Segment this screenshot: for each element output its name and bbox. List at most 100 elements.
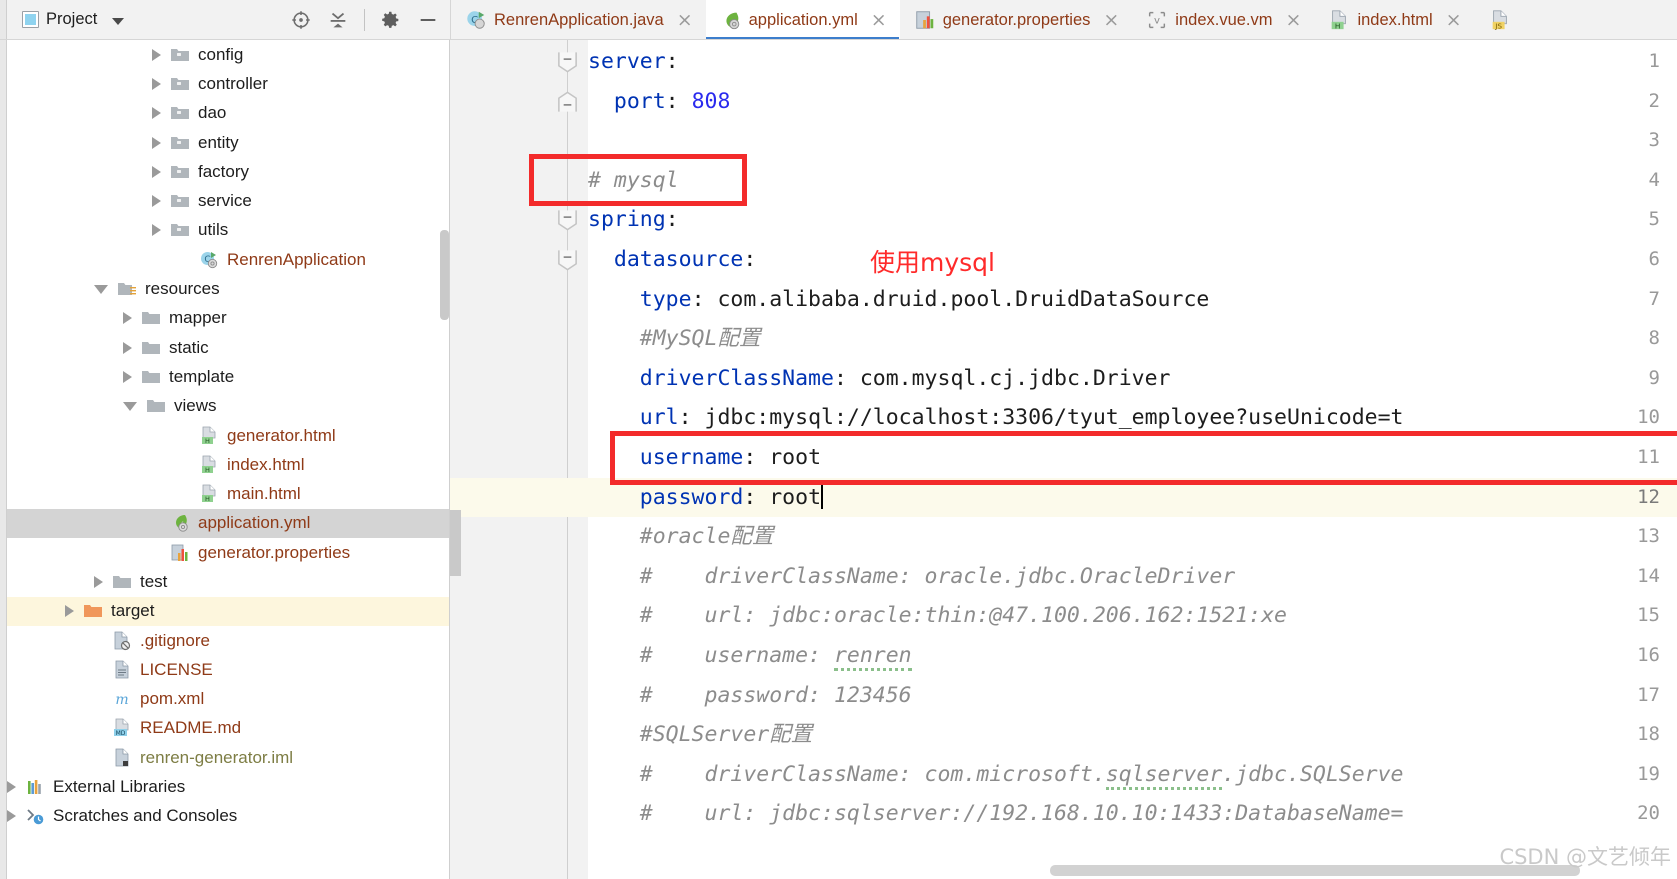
- tree-item-config[interactable]: config: [0, 40, 449, 69]
- expand-arrow-icon[interactable]: [7, 781, 16, 794]
- code-line[interactable]: server:: [588, 42, 1677, 82]
- expand-arrow-icon[interactable]: [152, 77, 161, 90]
- expand-arrow-icon[interactable]: [152, 224, 161, 237]
- tree-item-main-html[interactable]: Hmain.html: [0, 479, 449, 508]
- code-editor[interactable]: 1 server: 2 port: 808 3 4 # mysql 5 spring: 6 da…: [450, 40, 1677, 879]
- collapse-arrow-icon[interactable]: [94, 284, 108, 294]
- editor-tab-label: generator.properties: [942, 10, 1091, 29]
- project-tree[interactable]: config controller dao entity factory service u…: [0, 40, 450, 879]
- tree-item-dao[interactable]: dao: [0, 99, 449, 128]
- minimize-icon[interactable]: [417, 9, 439, 31]
- tree-item-generator-properties[interactable]: generator.properties: [0, 538, 449, 567]
- code-line[interactable]: # password: 123456: [588, 676, 1677, 716]
- gear-icon[interactable]: [380, 9, 402, 31]
- code-line[interactable]: # url: jdbc:oracle:thin:@47.100.206.162:…: [588, 596, 1677, 636]
- tree-item-label: factory: [198, 161, 250, 181]
- code-line[interactable]: # mysql: [588, 161, 1677, 201]
- tree-item-application-yml[interactable]: application.yml: [0, 508, 449, 539]
- editor-tab-index-html[interactable]: H index.html ×: [1314, 0, 1475, 39]
- expand-arrow-icon[interactable]: [152, 165, 161, 178]
- code-line[interactable]: username: root: [588, 438, 1677, 478]
- editor-vertical-scrollbar[interactable]: [450, 510, 461, 576]
- editor-tab-renrenapplication[interactable]: C RenrenApplication.java ×: [450, 0, 706, 39]
- close-icon[interactable]: ×: [677, 10, 693, 30]
- tree-item-external-libraries[interactable]: External Libraries: [0, 772, 449, 801]
- fold-collapse-icon[interactable]: [556, 247, 579, 273]
- code-line[interactable]: # driverClassName: oracle.jdbc.OracleDri…: [588, 557, 1677, 597]
- tree-item-label: service: [198, 191, 252, 211]
- locate-icon[interactable]: [290, 9, 312, 31]
- editor-tab-generator-properties[interactable]: generator.properties ×: [899, 0, 1133, 39]
- code-token: #oracle配置: [588, 524, 774, 550]
- expand-arrow-icon[interactable]: [152, 107, 161, 120]
- tree-item-utils[interactable]: utils: [0, 216, 449, 245]
- code-token: spring: [588, 207, 666, 233]
- tree-item-static[interactable]: static: [0, 333, 449, 362]
- code-line[interactable]: datasource:: [588, 240, 1677, 280]
- expand-arrow-icon[interactable]: [123, 370, 132, 383]
- close-icon[interactable]: ×: [1286, 10, 1302, 30]
- tree-item-template[interactable]: template: [0, 362, 449, 391]
- code-line[interactable]: # username: renren: [588, 636, 1677, 676]
- markdown-icon: MD: [112, 718, 132, 738]
- tree-item-mapper[interactable]: mapper: [0, 304, 449, 333]
- tree-item-views[interactable]: views: [0, 392, 449, 421]
- editor-tab-application-yml[interactable]: application.yml ×: [705, 0, 900, 39]
- code-line[interactable]: # url: jdbc:sqlserver://192.168.10.10:14…: [588, 794, 1677, 834]
- code-line[interactable]: #SQLServer配置: [588, 715, 1677, 755]
- code-line[interactable]: type: com.alibaba.druid.pool.DruidDataSo…: [588, 280, 1677, 320]
- code-line[interactable]: port: 808: [588, 82, 1677, 122]
- tree-item-generator-html[interactable]: Hgenerator.html: [0, 421, 449, 450]
- tree-item-license[interactable]: LICENSE: [0, 655, 449, 684]
- chevron-down-icon[interactable]: [112, 17, 125, 25]
- expand-arrow-icon[interactable]: [152, 48, 161, 61]
- expand-arrow-icon[interactable]: [152, 195, 161, 208]
- expand-arrow-icon[interactable]: [123, 312, 132, 325]
- tree-item-scratches-and-consoles[interactable]: Scratches and Consoles: [0, 802, 449, 831]
- close-icon[interactable]: ×: [871, 10, 887, 30]
- folder-package-icon: [170, 133, 190, 153]
- code-line[interactable]: #MySQL配置: [588, 319, 1677, 359]
- code-line[interactable]: url: jdbc:mysql://localhost:3306/tyut_em…: [588, 398, 1677, 438]
- tree-item-service[interactable]: service: [0, 186, 449, 215]
- tree-vertical-scrollbar[interactable]: [440, 230, 449, 320]
- expand-arrow-icon[interactable]: [7, 810, 16, 823]
- collapse-arrow-icon[interactable]: [123, 401, 137, 411]
- expand-arrow-icon[interactable]: [123, 341, 132, 354]
- code-line[interactable]: spring:: [588, 200, 1677, 240]
- expand-arrow-icon[interactable]: [94, 575, 103, 588]
- tree-item-controller[interactable]: controller: [0, 69, 449, 98]
- editor-tab-js-partial[interactable]: JS: [1474, 0, 1531, 39]
- tree-item-readme-md[interactable]: MD README.md: [0, 714, 449, 743]
- code-token: :: [665, 88, 692, 114]
- tree-item-pom-xml[interactable]: m pom.xml: [0, 685, 449, 714]
- expand-arrow-icon[interactable]: [65, 605, 74, 618]
- fold-collapse-icon[interactable]: [556, 49, 579, 75]
- tree-item-resources[interactable]: resources: [0, 274, 449, 303]
- tree-item-index-html[interactable]: Hindex.html: [0, 450, 449, 479]
- expand-arrow-icon[interactable]: [152, 136, 161, 149]
- tree-item-entity[interactable]: entity: [0, 128, 449, 157]
- tree-item--gitignore[interactable]: .gitignore: [0, 626, 449, 655]
- code-line[interactable]: password: root: [588, 478, 1677, 518]
- code-line[interactable]: #oracle配置: [588, 517, 1677, 557]
- fold-collapse-icon[interactable]: [556, 207, 579, 233]
- tree-item-label: LICENSE: [140, 659, 213, 679]
- collapse-all-icon[interactable]: [327, 9, 349, 31]
- editor-tab-index-vue-vm[interactable]: v index.vue.vm ×: [1132, 0, 1315, 39]
- text-file-icon: [112, 660, 132, 680]
- top-bar: Project C RenrenApplication.java × appli…: [0, 0, 1677, 40]
- tree-item-renren-generator-iml[interactable]: renren-generator.iml: [0, 743, 449, 772]
- code-line[interactable]: driverClassName: com.mysql.cj.jdbc.Drive…: [588, 359, 1677, 399]
- tree-item-target[interactable]: target: [0, 596, 449, 626]
- project-title-group[interactable]: Project: [22, 10, 125, 29]
- tree-item-renrenapplication[interactable]: C RenrenApplication: [0, 245, 449, 274]
- tree-item-test[interactable]: test: [0, 567, 449, 596]
- close-icon[interactable]: ×: [1446, 10, 1462, 30]
- code-line[interactable]: # driverClassName: com.microsoft.sqlserv…: [588, 755, 1677, 795]
- tree-item-factory[interactable]: factory: [0, 157, 449, 186]
- fold-region-end-icon[interactable]: [556, 89, 579, 115]
- close-icon[interactable]: ×: [1103, 10, 1119, 30]
- code-line[interactable]: [588, 121, 1677, 161]
